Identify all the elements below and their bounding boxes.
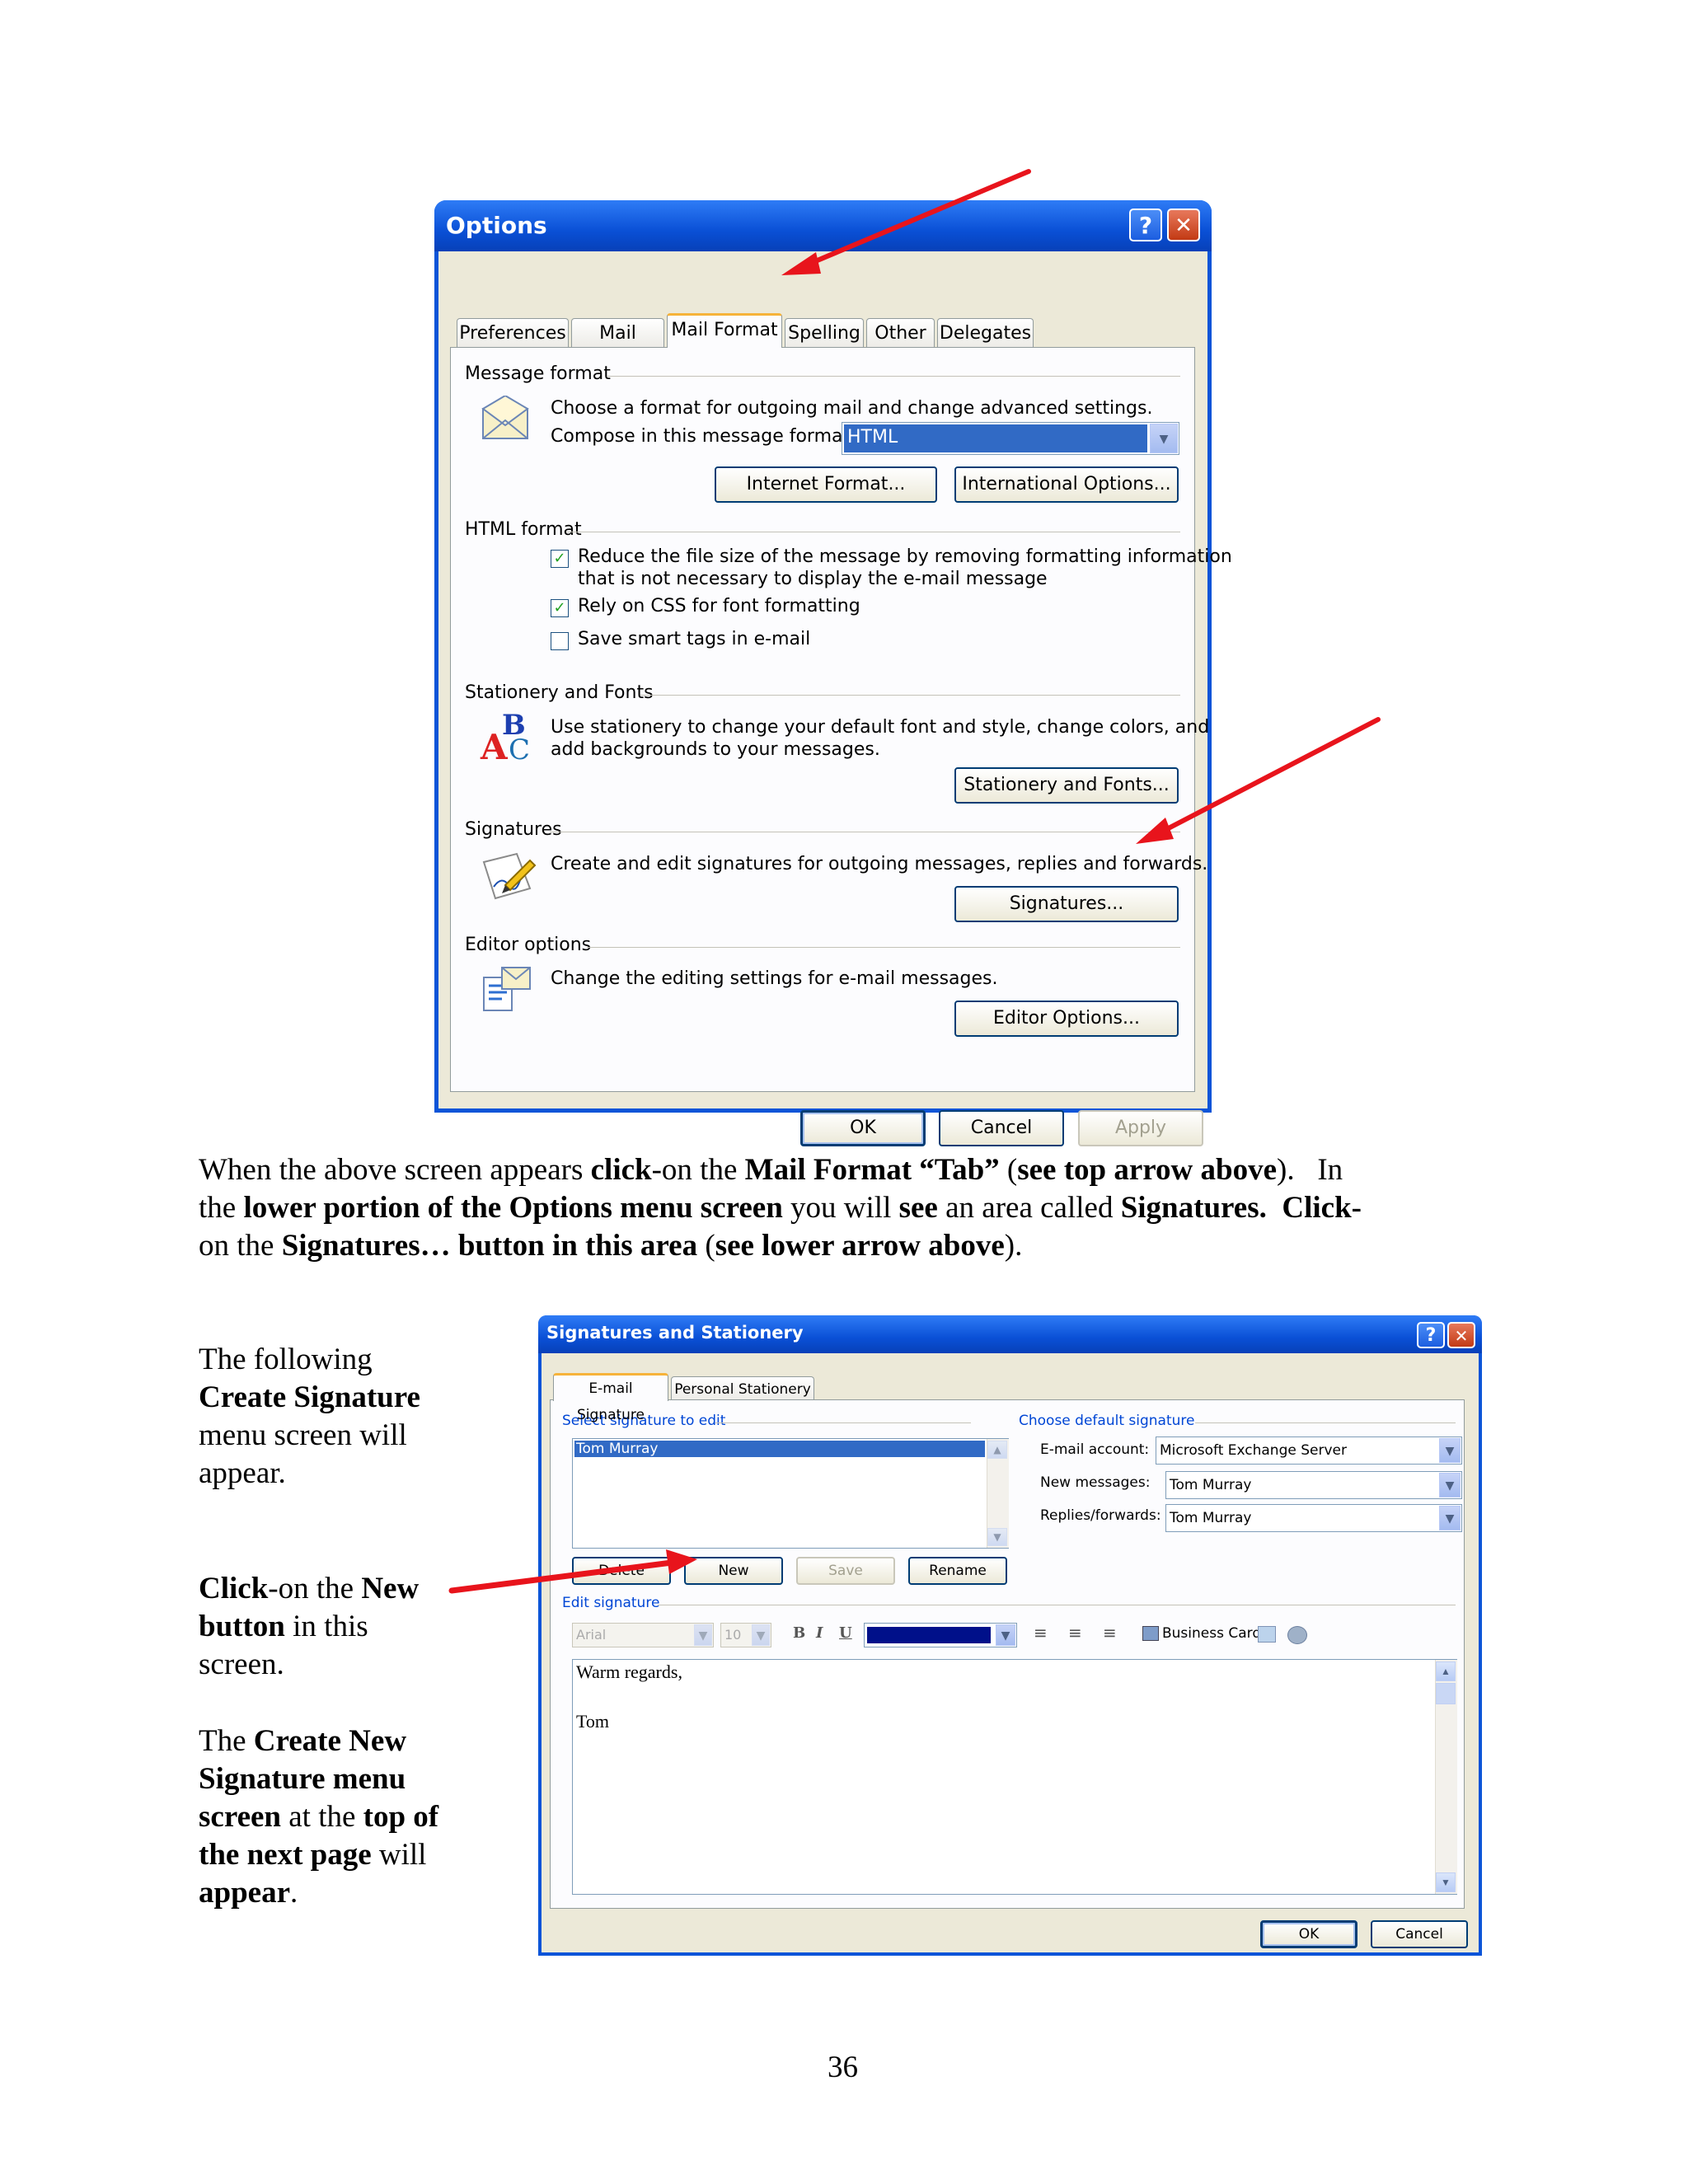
tab-email-signature[interactable]: E-mail Signature <box>553 1373 668 1423</box>
arrow-to-signatures-button <box>1136 717 1381 844</box>
arrow-to-mail-format-tab <box>781 169 1031 275</box>
tab-mail-format[interactable]: Mail Format <box>667 313 782 348</box>
arrow-to-new-button <box>448 1549 697 1594</box>
annotation-arrows <box>448 169 1381 1594</box>
page-number: 36 <box>828 2050 858 2084</box>
